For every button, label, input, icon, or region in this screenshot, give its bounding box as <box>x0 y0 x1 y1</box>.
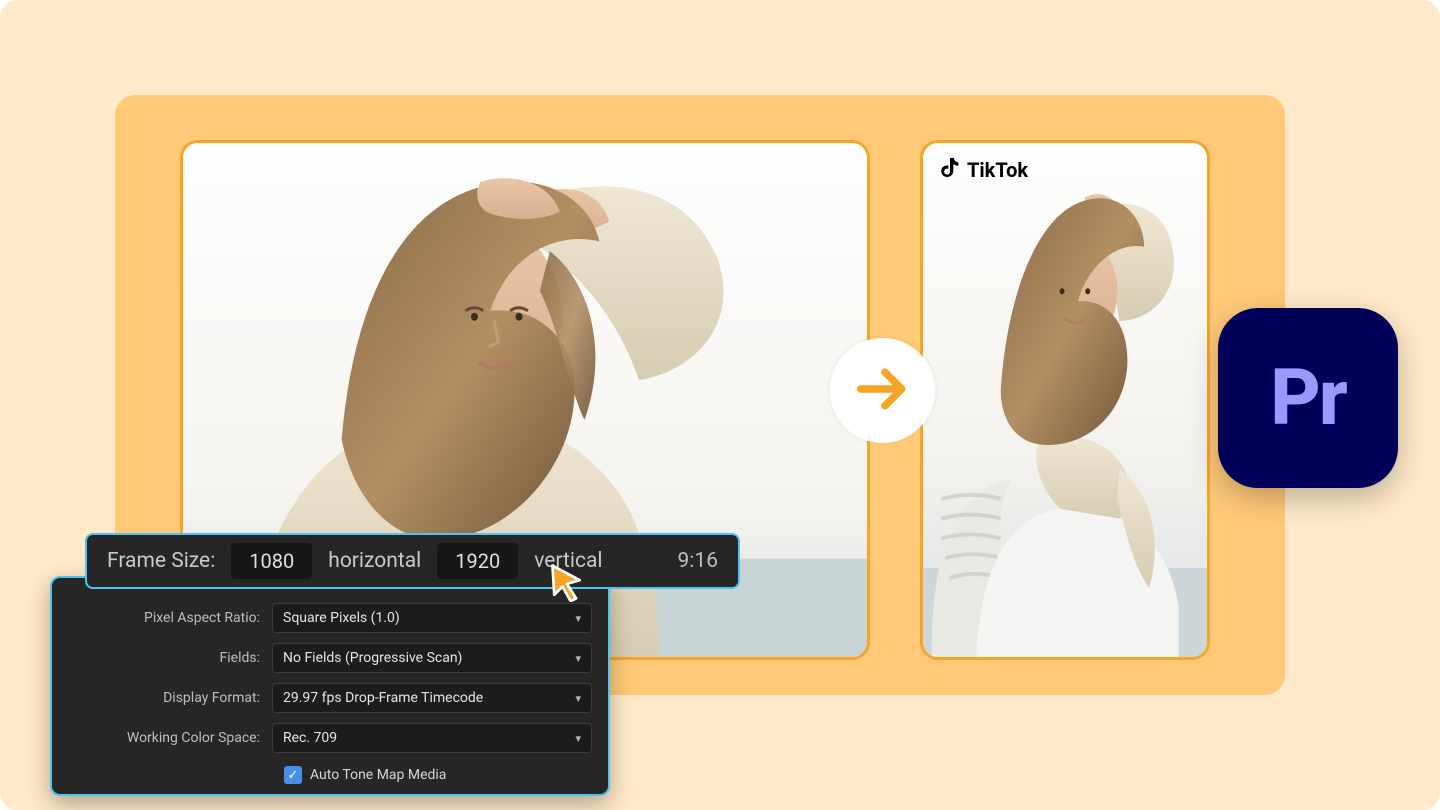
frame-size-row: Frame Size: 1080 horizontal 1920 vertica… <box>85 533 740 589</box>
fields-label: Fields: <box>52 650 272 666</box>
tiktok-label: TikTok <box>967 158 1028 182</box>
chevron-down-icon: ▾ <box>575 652 581 665</box>
pixel-aspect-ratio-row: Pixel Aspect Ratio: Square Pixels (1.0) … <box>52 598 608 638</box>
pixel-aspect-ratio-label: Pixel Aspect Ratio: <box>52 610 272 626</box>
tiktok-icon <box>940 156 960 183</box>
frame-aspect-ratio: 9:16 <box>678 549 719 573</box>
arrow-right-icon <box>853 359 913 423</box>
frame-width-input[interactable]: 1080 <box>231 543 312 579</box>
fields-row: Fields: No Fields (Progressive Scan) ▾ <box>52 638 608 678</box>
working-color-space-select[interactable]: Rec. 709 ▾ <box>272 723 592 753</box>
working-color-space-row: Working Color Space: Rec. 709 ▾ <box>52 718 608 758</box>
convert-arrow <box>830 338 935 443</box>
premiere-pro-badge: Pr <box>1218 308 1398 488</box>
result-portrait-frame <box>920 140 1210 660</box>
frame-height-input[interactable]: 1920 <box>437 543 518 579</box>
chevron-down-icon: ▾ <box>575 732 581 745</box>
fields-select[interactable]: No Fields (Progressive Scan) ▾ <box>272 643 592 673</box>
display-format-value: 29.97 fps Drop-Frame Timecode <box>283 690 483 706</box>
tiktok-badge: TikTok <box>940 156 1028 183</box>
frame-width-unit: horizontal <box>328 549 421 573</box>
working-color-space-value: Rec. 709 <box>283 730 337 746</box>
auto-tone-map-label: Auto Tone Map Media <box>310 767 446 783</box>
auto-tone-map-checkbox[interactable]: ✓ <box>284 766 302 784</box>
display-format-label: Display Format: <box>52 690 272 706</box>
pixel-aspect-ratio-value: Square Pixels (1.0) <box>283 610 400 626</box>
pixel-aspect-ratio-select[interactable]: Square Pixels (1.0) ▾ <box>272 603 592 633</box>
cursor-pointer-icon <box>548 562 586 606</box>
check-icon: ✓ <box>288 768 299 783</box>
display-format-select[interactable]: 29.97 fps Drop-Frame Timecode ▾ <box>272 683 592 713</box>
sequence-settings-panel: Pixel Aspect Ratio: Square Pixels (1.0) … <box>50 576 610 796</box>
fields-value: No Fields (Progressive Scan) <box>283 650 462 666</box>
auto-tone-map-row: ✓ Auto Tone Map Media <box>52 758 608 792</box>
chevron-down-icon: ▾ <box>575 612 581 625</box>
working-color-space-label: Working Color Space: <box>52 730 272 746</box>
frame-size-label: Frame Size: <box>107 549 215 573</box>
display-format-row: Display Format: 29.97 fps Drop-Frame Tim… <box>52 678 608 718</box>
chevron-down-icon: ▾ <box>575 692 581 705</box>
premiere-pro-label: Pr <box>1270 353 1346 444</box>
result-photo <box>923 143 1207 657</box>
